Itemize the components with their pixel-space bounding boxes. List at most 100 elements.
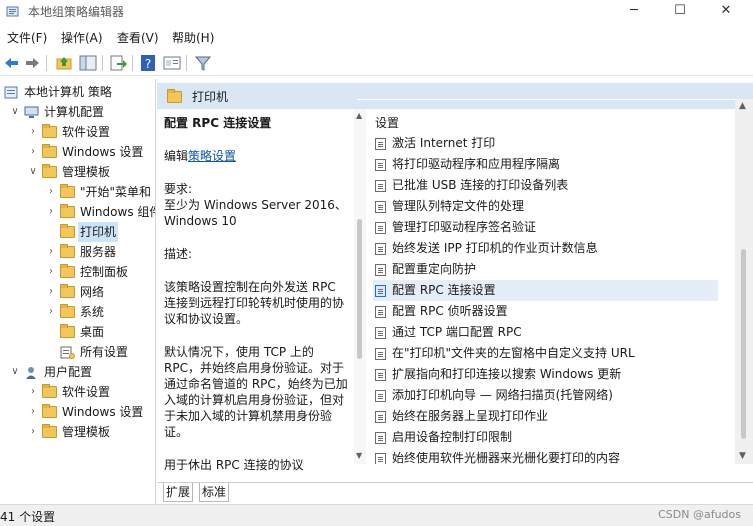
chevron-right-icon[interactable]: › (46, 302, 56, 322)
chevron-down-icon[interactable]: ∨ (28, 162, 38, 182)
menu-bar: 文件(F) 操作(A) 查看(V) 帮助(H) (0, 26, 753, 48)
svg-text:?: ? (145, 57, 151, 71)
tree-item[interactable]: › 系统 (0, 302, 155, 322)
chevron-right-icon[interactable]: › (28, 382, 38, 402)
help-icon[interactable]: ? (138, 53, 158, 73)
tree-item-label: 控制面板 (80, 265, 129, 279)
tree-item[interactable]: › "开始"菜单和 (0, 182, 155, 202)
filter-icon[interactable] (193, 53, 213, 73)
tree-item-label: 网络 (80, 285, 105, 299)
tree-item[interactable]: › 控制面板 (0, 262, 155, 282)
chevron-down-icon[interactable]: ∨ (10, 102, 20, 122)
tree-item-label: 本地计算机 策略 (24, 85, 112, 99)
folder-icon (42, 384, 57, 398)
chevron-right-icon[interactable]: › (46, 202, 56, 222)
policy-list-item[interactable]: 始终发送 IPP 打印机的作业页计数信息 (373, 238, 718, 259)
policy-setting-icon (375, 306, 386, 318)
tree-item[interactable]: ∨ 计算机配置 (0, 102, 155, 122)
tree-item[interactable]: 本地计算机 策略 (0, 82, 155, 102)
settings-list: 设置 激活 Internet 打印将打印驱动程序和应用程序隔离 已批准 USB 连… (357, 99, 735, 464)
edit-policy-line: 编辑策略设置 (164, 148, 351, 164)
menu-help[interactable]: 帮助(H) (172, 29, 214, 46)
chevron-right-icon[interactable]: › (46, 282, 56, 302)
close-button[interactable]: ✕ (703, 0, 749, 22)
minimize-button[interactable]: ─ (611, 0, 657, 22)
forward-arrow-icon[interactable] (22, 53, 42, 73)
watermark-text: CSDN @afudos (658, 508, 741, 521)
tree-item[interactable]: ∨ 管理模板 (0, 162, 155, 182)
column-header-setting[interactable]: 设置 (375, 114, 399, 131)
tree-item[interactable]: › 软件设置 (0, 122, 155, 142)
policy-list-item[interactable]: 激活 Internet 打印 (373, 133, 718, 154)
policy-list-item[interactable]: 通过 TCP 端口配置 RPC (373, 322, 718, 343)
edit-prefix: 编辑 (164, 149, 189, 163)
tree-item[interactable]: › 管理模板 (0, 422, 155, 442)
scroll-down-icon[interactable]: ▼ (739, 451, 746, 461)
tree-item[interactable]: 桌面 (0, 322, 155, 342)
policy-list-item[interactable]: 已批准 USB 连接的打印设备列表 (373, 175, 718, 196)
policy-setting-icon (375, 432, 386, 444)
show-hide-tree-icon[interactable] (78, 53, 98, 73)
tree-item-label: 软件设置 (62, 385, 111, 399)
description-paragraph-2: 默认情况下，使用 TCP 上的 RPC，并始终启用身份验证。对于通过命名管道的 … (164, 345, 348, 439)
policy-list-item[interactable]: 始终使用软件光栅器来光栅化要打印的内容 (373, 448, 718, 464)
policy-list-item[interactable]: 配置 RPC 侦听器设置 (373, 301, 718, 322)
tree-item[interactable]: › Windows 设置 (0, 402, 155, 422)
maximize-button[interactable]: ☐ (657, 0, 703, 22)
policy-setting-icon (375, 243, 386, 255)
tree-item[interactable]: › Windows 设置 (0, 142, 155, 162)
chevron-right-icon[interactable]: › (28, 402, 38, 422)
tree-item[interactable]: 打印机 (0, 222, 155, 242)
up-folder-icon[interactable] (54, 53, 74, 73)
policy-list-item[interactable]: 扩展指向和打印连接以搜索 Windows 更新 (373, 364, 718, 385)
policy-list-item[interactable]: 启用设备控制打印限制 (373, 427, 718, 448)
policy-list-item[interactable]: 将打印驱动程序和应用程序隔离 (373, 154, 718, 175)
chevron-right-icon[interactable]: › (28, 122, 38, 142)
tree-item[interactable]: 所有设置 (0, 342, 155, 362)
folder-icon (60, 224, 75, 238)
scroll-thumb[interactable] (741, 249, 746, 439)
toolbar-separator (132, 55, 133, 71)
export-list-icon[interactable] (108, 53, 128, 73)
tab-extended[interactable]: 扩展 (163, 483, 194, 502)
tree-item[interactable]: › 网络 (0, 282, 155, 302)
policy-setting-name: 激活 Internet 打印 (392, 136, 496, 150)
chevron-down-icon[interactable]: ∨ (10, 362, 20, 382)
tree-item-label: "开始"菜单和 (80, 185, 152, 199)
title-bar: 本地组策略编辑器 ─ ☐ ✕ (0, 0, 753, 24)
policy-list-item[interactable]: 在"打印机"文件夹的左窗格中自定义支持 URL (373, 343, 718, 364)
back-arrow-icon[interactable] (2, 53, 22, 73)
chevron-right-icon[interactable]: › (46, 182, 56, 202)
chevron-right-icon[interactable]: › (28, 422, 38, 442)
folder-icon (60, 204, 75, 218)
description-label: 描述: (164, 247, 193, 261)
edit-policy-link[interactable]: 策略设置 (188, 149, 236, 163)
tree-item[interactable]: › 服务器 (0, 242, 155, 262)
menu-action[interactable]: 操作(A) (61, 29, 103, 46)
folder-icon (60, 324, 75, 338)
menu-view[interactable]: 查看(V) (117, 29, 159, 46)
chevron-right-icon[interactable]: › (28, 142, 38, 162)
scroll-up-icon[interactable]: ▲ (739, 101, 746, 111)
menu-file[interactable]: 文件(F) (7, 29, 47, 46)
tree-item[interactable]: › 软件设置 (0, 382, 155, 402)
all-settings-icon (60, 345, 75, 359)
policy-list-item[interactable]: 配置 RPC 连接设置 (373, 280, 718, 301)
gpedit-app-icon (6, 5, 19, 18)
tab-standard[interactable]: 标准 (199, 483, 230, 502)
status-setting-count: 41 个设置 (0, 510, 56, 524)
settings-list-scrollbar[interactable]: ▲ ▼ (735, 99, 753, 464)
policy-list-item[interactable]: 管理打印驱动程序签名验证 (373, 217, 718, 238)
policy-setting-icon (375, 453, 386, 464)
policy-list-item[interactable]: 添加打印机向导 — 网络扫描页(托管网络) (373, 385, 718, 406)
chevron-right-icon[interactable]: › (46, 242, 56, 262)
properties-icon[interactable] (162, 53, 182, 73)
tree-item[interactable]: › Windows 组件 (0, 202, 155, 222)
description-panel: 配置 RPC 连接设置 编辑策略设置 要求: 至少为 Windows Serve… (157, 109, 357, 484)
policy-list-item[interactable]: 始终在服务器上呈现打印作业 (373, 406, 718, 427)
chevron-right-icon[interactable]: › (46, 262, 56, 282)
tree-item-label: 所有设置 (80, 345, 129, 359)
policy-list-item[interactable]: 管理队列特定文件的处理 (373, 196, 718, 217)
policy-list-item[interactable]: 配置重定向防护 (373, 259, 718, 280)
tree-item[interactable]: ∨ 用户配置 (0, 362, 155, 382)
